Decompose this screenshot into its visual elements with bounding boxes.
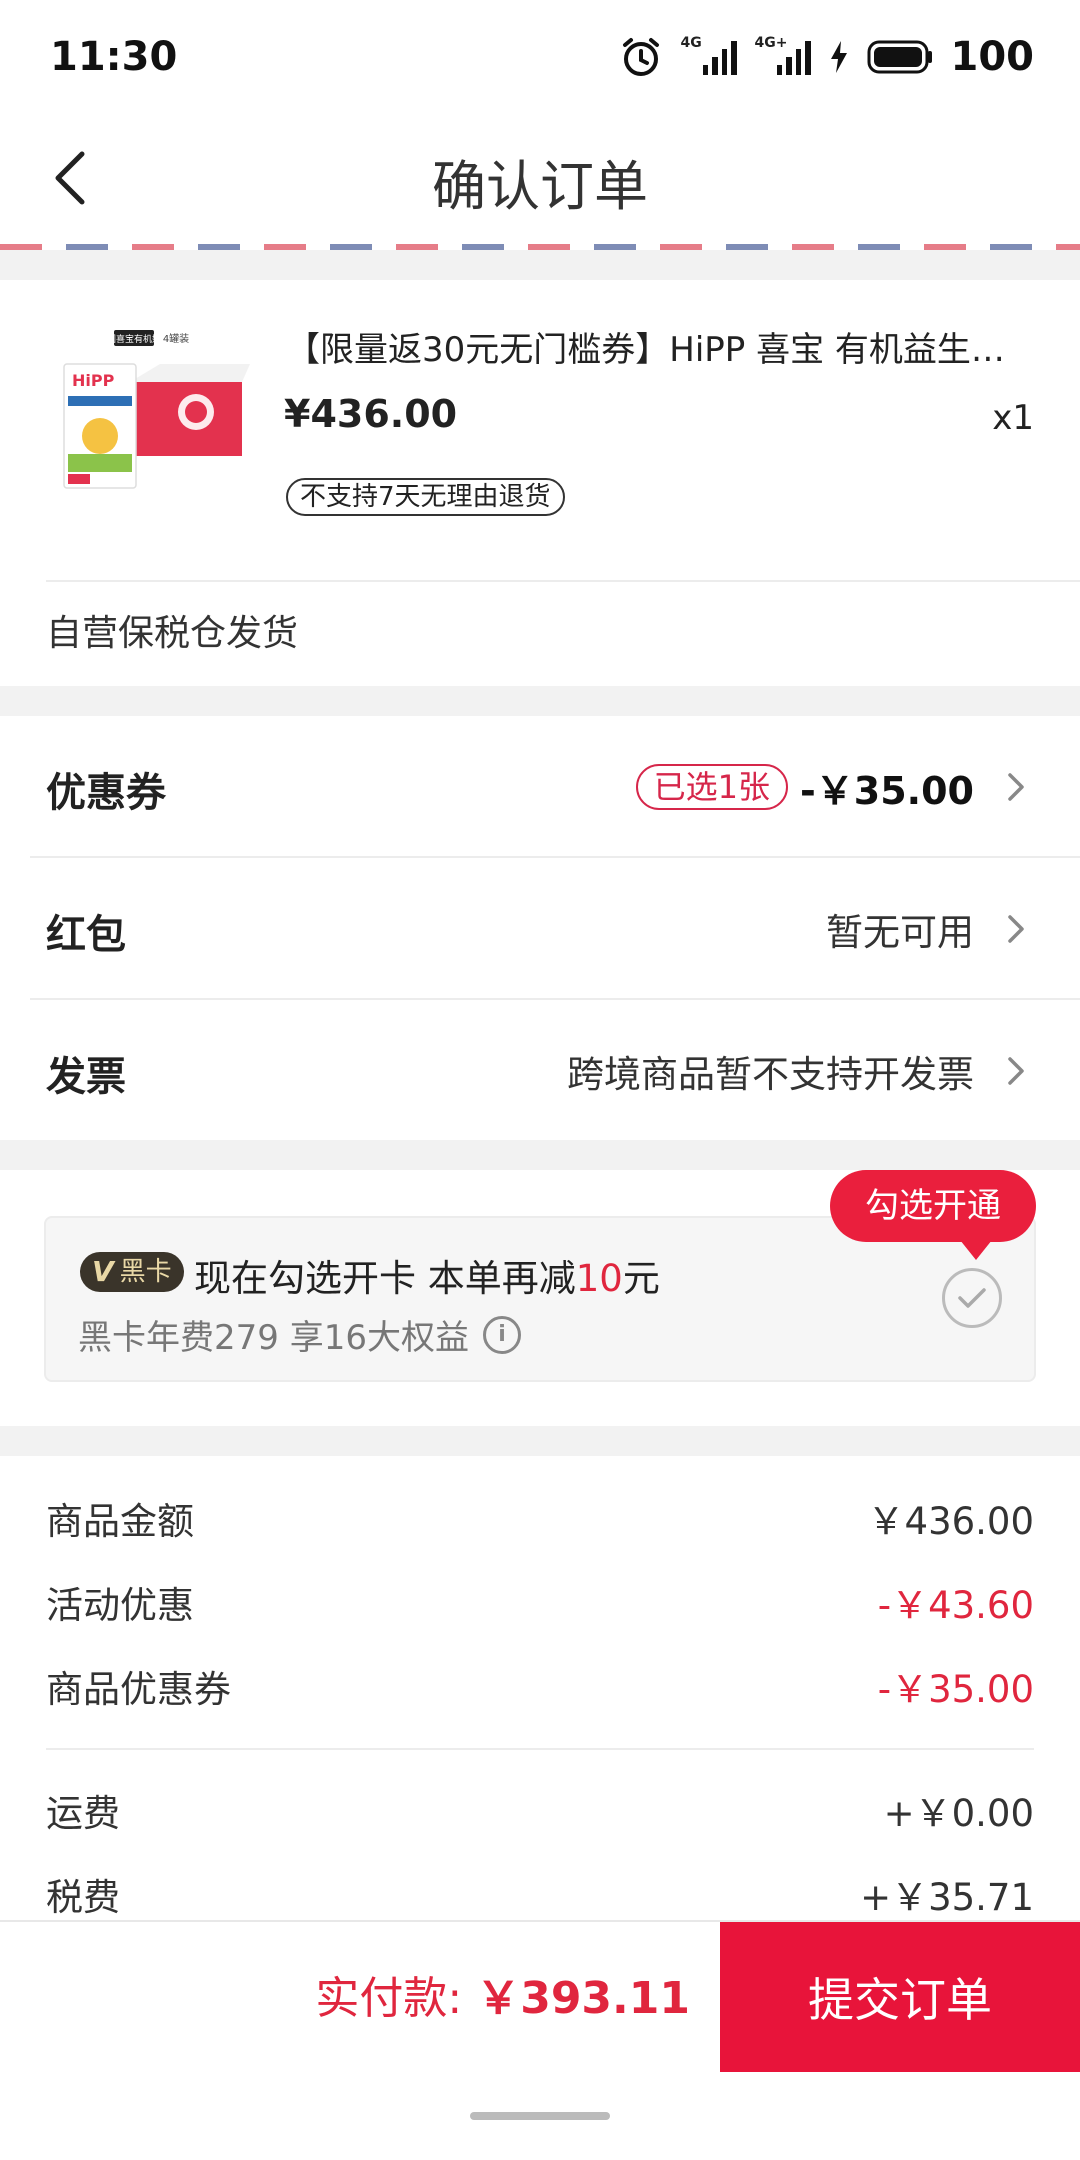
submit-order-button[interactable]: 提交订单 bbox=[720, 1922, 1080, 2072]
status-bar: 11:30 4G 4G+ 100 bbox=[0, 0, 1080, 114]
checkout-bar: 实付款: ￥393.11 提交订单 bbox=[0, 1920, 1080, 2072]
home-indicator[interactable] bbox=[470, 2112, 610, 2120]
signal-icon-2: 4G+ bbox=[755, 35, 811, 75]
chevron-right-icon bbox=[1000, 913, 1032, 945]
redpacket-value: 暂无可用 bbox=[826, 911, 974, 954]
summary-row-promotion: 活动优惠 -￥43.60 bbox=[46, 1584, 1034, 1627]
invoice-row[interactable]: 发票 跨境商品暂不支持开发票 bbox=[0, 1000, 1080, 1142]
section-gap bbox=[0, 250, 1080, 280]
status-icons: 4G 4G+ 100 bbox=[619, 34, 1035, 80]
vip-offer-text: 现在勾选开卡 本单再减10元 bbox=[194, 1257, 660, 1300]
divider bbox=[46, 580, 1080, 582]
status-time: 11:30 bbox=[50, 34, 178, 80]
coupon-amount: -￥35.00 bbox=[800, 768, 974, 813]
vip-discount-amount: 10 bbox=[575, 1257, 623, 1300]
chevron-right-icon bbox=[1000, 1055, 1032, 1087]
total-amount: ￥393.11 bbox=[476, 1973, 690, 2024]
section-gap bbox=[0, 1426, 1080, 1456]
return-policy-tag: 不支持7天无理由退货 bbox=[286, 478, 565, 516]
summary-row-tax: 税费 +￥35.71 bbox=[46, 1876, 1034, 1919]
vip-badge-text: 黑卡 bbox=[119, 1257, 172, 1287]
invoice-label: 发票 bbox=[46, 1054, 126, 1100]
product-price: ¥436.00 bbox=[284, 392, 458, 436]
svg-text:德国喜宝有机奶粉: 德国喜宝有机奶粉 bbox=[98, 333, 170, 345]
vip-badge: V 黑卡 bbox=[80, 1252, 184, 1292]
divider bbox=[46, 1748, 1034, 1750]
summary-row-coupon: 商品优惠券 -￥35.00 bbox=[46, 1668, 1034, 1711]
order-options: 优惠券 已选1张 -￥35.00 红包 暂无可用 发票 跨境商品暂不支持开发票 bbox=[0, 716, 1080, 1140]
check-icon bbox=[958, 1288, 986, 1308]
vip-card-section: V 黑卡 现在勾选开卡 本单再减10元 黑卡年费279 享16大权益 i 勾选开… bbox=[0, 1170, 1080, 1426]
redpacket-label: 红包 bbox=[46, 912, 126, 958]
nav-bar: 确认订单 bbox=[0, 114, 1080, 244]
battery-icon bbox=[867, 40, 932, 74]
battery-level: 100 bbox=[950, 34, 1035, 80]
svg-text:4罐装: 4罐装 bbox=[163, 332, 189, 345]
svg-text:HiPP: HiPP bbox=[72, 371, 115, 390]
vip-fee-text: 黑卡年费279 享16大权益 i bbox=[78, 1310, 521, 1359]
invoice-value: 跨境商品暂不支持开发票 bbox=[567, 1053, 974, 1096]
price-summary: 商品金额 ￥436.00 活动优惠 -￥43.60 商品优惠券 -￥35.00 运费 +… bbox=[0, 1456, 1080, 1920]
product-card[interactable]: 德国喜宝有机奶粉 4罐装 HiPP 【限量返30元无门槛券】HiPP 喜宝 有机… bbox=[0, 280, 1080, 686]
coupon-row[interactable]: 优惠券 已选1张 -￥35.00 bbox=[0, 716, 1080, 858]
coupon-label: 优惠券 bbox=[46, 770, 166, 816]
vip-badge-letter: V bbox=[92, 1255, 114, 1288]
redpacket-row[interactable]: 红包 暂无可用 bbox=[0, 858, 1080, 1000]
page-title: 确认订单 bbox=[432, 155, 648, 218]
vip-checkbox[interactable] bbox=[942, 1268, 1002, 1328]
signal-icon: 4G bbox=[681, 35, 737, 75]
chevron-right-icon bbox=[1000, 771, 1032, 803]
alarm-icon bbox=[622, 38, 659, 76]
total-payable: 实付款: ￥393.11 bbox=[315, 1973, 690, 2024]
summary-row-shipping: 运费 +￥0.00 bbox=[46, 1792, 1034, 1835]
summary-row-subtotal: 商品金额 ￥436.00 bbox=[46, 1500, 1034, 1543]
info-icon[interactable]: i bbox=[482, 1315, 521, 1354]
charging-icon bbox=[830, 41, 847, 73]
section-gap bbox=[0, 686, 1080, 716]
coupon-selected-badge: 已选1张 bbox=[635, 764, 789, 810]
vip-activate-bubble[interactable]: 勾选开通 bbox=[830, 1170, 1036, 1260]
product-image: 德国喜宝有机奶粉 4罐装 HiPP bbox=[63, 330, 250, 489]
product-title[interactable]: 【限量返30元无门槛券】HiPP 喜宝 有机益生菌奶粉 bbox=[286, 322, 1034, 371]
product-quantity: x1 bbox=[992, 398, 1034, 438]
section-gap bbox=[0, 1140, 1080, 1170]
shipping-note: 自营保税仓发货 bbox=[46, 613, 299, 654]
